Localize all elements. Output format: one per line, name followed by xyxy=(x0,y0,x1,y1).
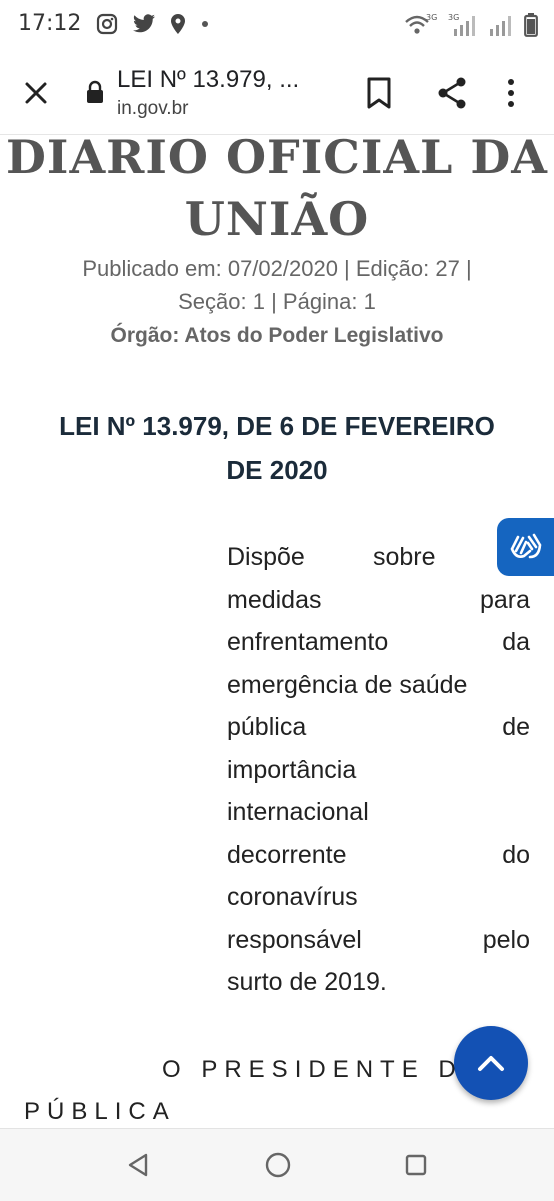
libras-accessibility-button[interactable] xyxy=(497,518,554,576)
ementa-word: decorrente xyxy=(227,840,347,869)
status-bar: 17:12 3G 3G xyxy=(0,0,554,52)
signal-icon xyxy=(490,12,514,38)
ementa-line: medidas para xyxy=(227,579,530,622)
instagram-icon xyxy=(96,13,118,35)
law-title: LEI Nº 13.979, DE 6 DE FEVEREIRO DE 2020 xyxy=(20,404,534,492)
ementa-line: decorrente do xyxy=(227,834,530,877)
ementa-word: enfrentamento xyxy=(227,628,389,656)
signal-3g-icon: 3G xyxy=(448,12,480,38)
share-button[interactable] xyxy=(436,76,468,115)
sign-language-icon xyxy=(510,533,542,559)
share-icon xyxy=(438,77,466,109)
bookmark-icon xyxy=(367,77,391,109)
page-domain: in.gov.br xyxy=(117,98,189,119)
ementa-word: responsável xyxy=(227,925,362,954)
nav-recents-button[interactable] xyxy=(404,1153,428,1182)
browser-toolbar: LEI Nº 13.979, ... in.gov.br xyxy=(0,52,554,135)
wifi-3g-icon: 3G xyxy=(404,12,438,38)
ementa-line: coronavírus xyxy=(227,876,530,919)
ementa-line: internacional xyxy=(227,791,530,834)
dot-icon xyxy=(200,19,210,29)
ementa-word: Dispõe xyxy=(227,543,305,571)
ementa-line: importância xyxy=(227,749,530,792)
more-options-button[interactable] xyxy=(506,76,516,115)
publication-line-2: Seção: 1 | Página: 1 xyxy=(178,289,376,314)
presidente-text: O PRESIDENTE DA xyxy=(162,1056,486,1083)
close-button[interactable] xyxy=(20,77,52,109)
location-icon xyxy=(170,13,186,35)
orgao-label: Órgão: Atos do Poder Legislativo xyxy=(110,324,444,347)
ementa-word: surto de 2019. xyxy=(227,968,387,996)
back-triangle-icon xyxy=(128,1153,148,1177)
ementa-line: pública de xyxy=(227,706,530,749)
battery-icon xyxy=(524,13,538,37)
ementa-word: para xyxy=(479,585,530,614)
lock-icon xyxy=(86,80,104,109)
masthead-line-1: DIARIO OFICIAL DA xyxy=(6,134,548,184)
ementa-word: coronavírus xyxy=(227,883,358,911)
publication-line-1: Publicado em: 07/02/2020 | Edição: 27 | xyxy=(82,256,472,281)
ementa-word: emergência de saúde xyxy=(227,670,468,699)
ementa-line: emergência de saúde xyxy=(227,664,530,707)
more-vert-icon xyxy=(508,79,514,107)
nav-home-button[interactable] xyxy=(264,1151,292,1184)
ementa-line: surto de 2019. xyxy=(227,961,530,1004)
status-time: 17:12 xyxy=(18,11,82,36)
network-label-1: 3G xyxy=(426,13,437,22)
bookmark-button[interactable] xyxy=(364,76,394,115)
page-title: LEI Nº 13.979, ... xyxy=(117,66,300,93)
scroll-to-top-button[interactable] xyxy=(454,1026,528,1100)
ementa-line: Dispõesobreas xyxy=(227,536,530,579)
nav-back-button[interactable] xyxy=(124,1151,152,1184)
close-icon xyxy=(25,82,47,104)
recents-square-icon xyxy=(405,1154,427,1176)
ementa-line: responsável pelo xyxy=(227,919,530,962)
ementa-word: do xyxy=(502,840,530,869)
ementa-word: de xyxy=(502,713,530,741)
law-title-line-1: LEI Nº 13.979, DE 6 DE FEVEREIRO xyxy=(59,411,495,441)
law-title-line-2: DE 2020 xyxy=(226,455,328,485)
system-nav-bar xyxy=(0,1128,554,1201)
masthead-line-2: UNIÃO xyxy=(184,192,370,246)
ementa-word: importância xyxy=(227,755,357,784)
ementa-word: sobre xyxy=(372,543,436,571)
publica-text: PÚBLICA xyxy=(24,1098,176,1125)
chevron-up-icon xyxy=(478,1056,504,1071)
home-circle-icon xyxy=(265,1152,291,1178)
masthead: DIARIO OFICIAL DA UNIÃO xyxy=(0,134,554,250)
web-content[interactable]: DIARIO OFICIAL DA UNIÃO Publicado em: 07… xyxy=(0,134,554,1128)
ementa-word: pelo xyxy=(482,925,530,954)
ementa-line: enfrentamento da xyxy=(227,621,530,664)
publication-info: Publicado em: 07/02/2020 | Edição: 27 | … xyxy=(20,252,534,318)
ementa: Dispõesobreasmedidasparaenfrentamentodae… xyxy=(227,536,530,1004)
ementa-word: medidas xyxy=(227,585,322,614)
ementa-word: da xyxy=(502,628,530,656)
ementa-word: pública xyxy=(227,713,307,741)
ementa-word: internacional xyxy=(227,798,369,826)
twitter-icon xyxy=(132,14,156,34)
network-label-2: 3G xyxy=(448,13,459,22)
